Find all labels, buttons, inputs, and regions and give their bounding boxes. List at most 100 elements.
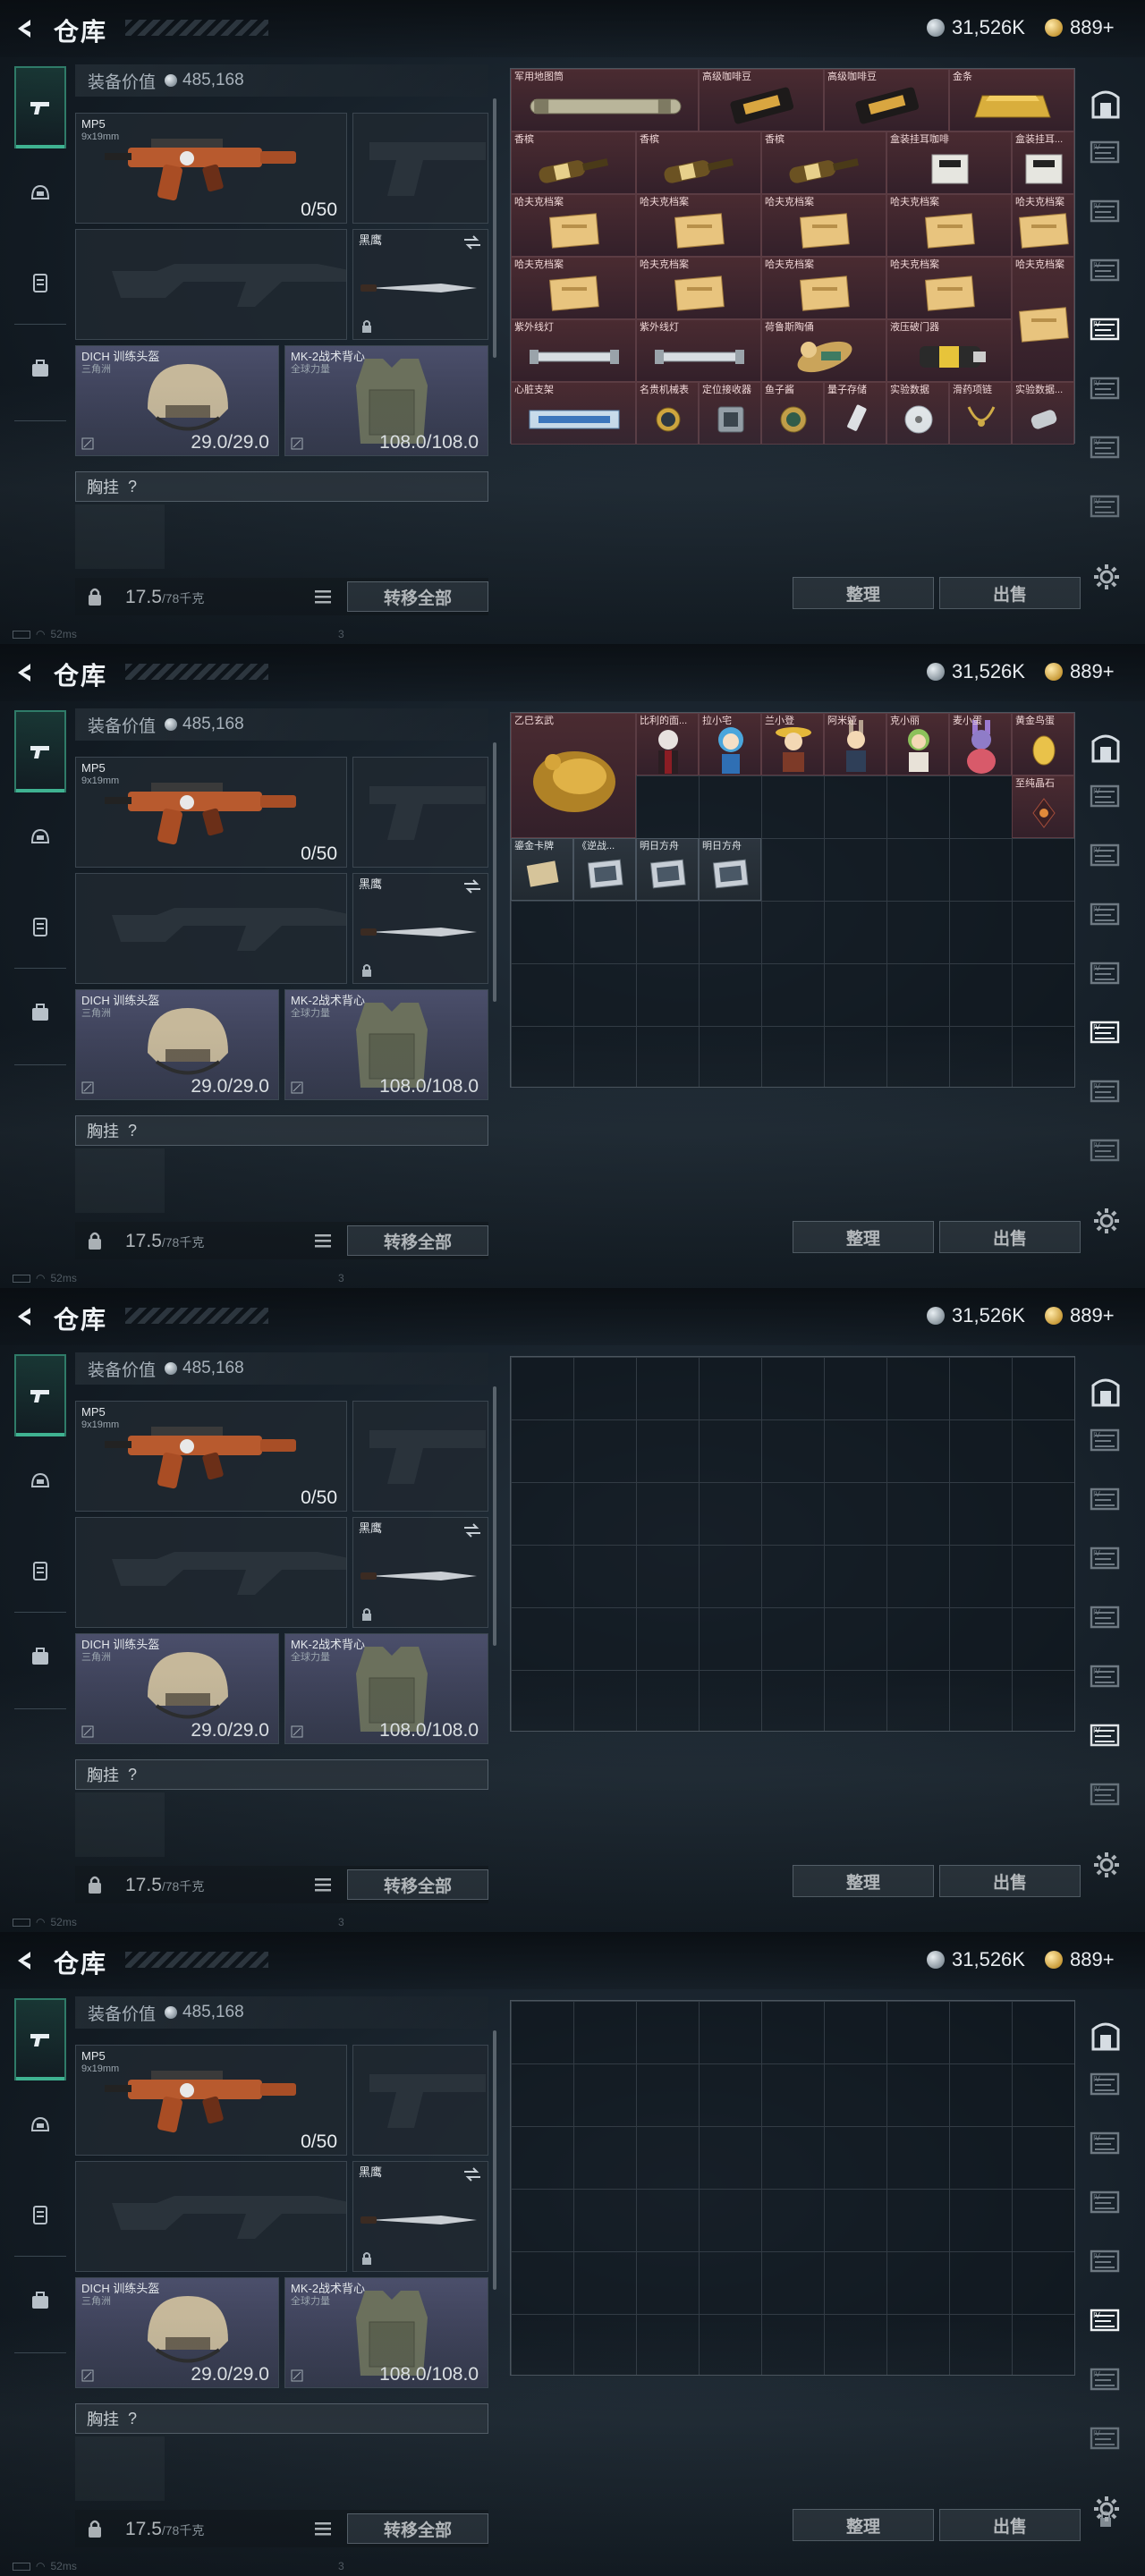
grid-item[interactable]: 哈夫克档案 xyxy=(761,257,886,319)
grid-item[interactable]: 军用地图筒 xyxy=(511,69,699,131)
primary-weapon-slot[interactable]: MP5 9x19mm 0/50 xyxy=(75,1401,347,1512)
grid-item[interactable]: 香槟 xyxy=(511,131,636,194)
chest-rig-slot[interactable]: 胸挂 ? xyxy=(75,2403,488,2434)
sell-button[interactable]: 出售 xyxy=(939,2509,1081,2541)
grid-item[interactable]: 香槟 xyxy=(636,131,761,194)
grid-item[interactable]: 高级咖啡豆 xyxy=(699,69,824,131)
storage-box-button[interactable]: IV xyxy=(1082,1005,1129,1059)
grid-item[interactable]: 《逆战... xyxy=(573,838,636,901)
grid-item[interactable]: 哈夫克档案 xyxy=(636,194,761,257)
help-icon[interactable]: ? xyxy=(128,1122,137,1140)
storage-box-button[interactable]: IV xyxy=(1082,125,1129,179)
weight-lock-icon[interactable] xyxy=(86,587,104,606)
tab-helmet[interactable] xyxy=(14,2084,66,2166)
grid-item[interactable]: 滑药项链 xyxy=(949,382,1012,445)
melee-slot[interactable]: 黑鹰 xyxy=(352,873,488,984)
list-icon[interactable] xyxy=(311,585,335,608)
help-icon[interactable]: ? xyxy=(128,2410,137,2428)
storage-box-button[interactable]: IV xyxy=(1082,946,1129,1000)
chest-rig-slot[interactable]: 胸挂 ? xyxy=(75,1115,488,1146)
back-button[interactable] xyxy=(13,16,38,41)
grid-item[interactable]: 麦小蛋 xyxy=(949,713,1012,775)
primary-weapon-slot[interactable]: MP5 9x19mm 0/50 xyxy=(75,757,347,868)
grid-item[interactable]: 金条 xyxy=(949,69,1074,131)
primary-weapon-slot[interactable]: MP5 9x19mm 0/50 xyxy=(75,2045,347,2156)
grid-item[interactable]: 哈夫克档案 xyxy=(511,194,636,257)
grid-item[interactable]: 哈夫克档案 xyxy=(636,257,761,319)
equipment-scrollbar[interactable] xyxy=(493,98,496,358)
chest-rig-slot[interactable]: 胸挂 ? xyxy=(75,1759,488,1790)
secondary-weapon-slot[interactable] xyxy=(75,1517,347,1628)
helmet-slot[interactable]: DICH 训练头盔 三角洲 29.0/29.0 xyxy=(75,989,279,1100)
gold-currency[interactable]: 889+ xyxy=(1045,1302,1115,1329)
tab-backpack[interactable] xyxy=(14,327,66,410)
grid-item[interactable]: 鎏金卡牌 xyxy=(511,838,573,901)
storage-box-button[interactable]: IV xyxy=(1082,1590,1129,1644)
list-icon[interactable] xyxy=(311,2517,335,2540)
vault-button[interactable] xyxy=(1082,1365,1129,1419)
grid-item[interactable]: 兰小登 xyxy=(761,713,824,775)
grid-item[interactable]: 荷鲁斯陶俑 xyxy=(761,319,886,382)
swap-icon[interactable] xyxy=(462,2167,482,2182)
grid-item[interactable]: 哈夫克档案 xyxy=(886,194,1012,257)
equipment-scrollbar[interactable] xyxy=(493,742,496,1002)
tab-armor[interactable] xyxy=(14,2174,66,2256)
swap-icon[interactable] xyxy=(462,879,482,894)
helmet-slot[interactable]: DICH 训练头盔 三角洲 29.0/29.0 xyxy=(75,1633,279,1744)
grid-item[interactable]: 克小丽 xyxy=(886,713,949,775)
tab-weapons[interactable] xyxy=(14,1354,66,1436)
list-icon[interactable] xyxy=(311,1873,335,1896)
grid-item[interactable]: 实验数据 xyxy=(886,382,949,445)
tab-backpack[interactable] xyxy=(14,971,66,1054)
grid-item[interactable]: 哈夫克档案 xyxy=(511,257,636,319)
sidearm-slot[interactable] xyxy=(352,1401,488,1512)
swap-icon[interactable] xyxy=(462,235,482,250)
vault-button[interactable] xyxy=(1082,721,1129,775)
back-button[interactable] xyxy=(13,1304,38,1329)
grid-item[interactable]: 黄金鸟蛋 xyxy=(1012,713,1074,775)
equipment-scrollbar[interactable] xyxy=(493,2030,496,2290)
weight-lock-icon[interactable] xyxy=(86,1875,104,1894)
melee-slot[interactable]: 黑鹰 xyxy=(352,229,488,340)
transfer-all-button[interactable]: 转移全部 xyxy=(347,2513,488,2544)
helmet-slot[interactable]: DICH 训练头盔 三角洲 29.0/29.0 xyxy=(75,345,279,456)
grid-item[interactable]: 至纯晶石 xyxy=(1012,775,1074,838)
storage-box-button[interactable]: IV xyxy=(1082,1413,1129,1467)
secondary-weapon-slot[interactable] xyxy=(75,2161,347,2272)
grid-item[interactable]: 定位接收器 xyxy=(699,382,761,445)
tab-weapons[interactable] xyxy=(14,1998,66,2080)
grid-item[interactable]: 比利的面... xyxy=(636,713,699,775)
settings-button[interactable] xyxy=(1091,1206,1122,1236)
melee-slot[interactable]: 黑鹰 xyxy=(352,1517,488,1628)
secondary-weapon-slot[interactable] xyxy=(75,229,347,340)
grid-item[interactable]: 心脏支架 xyxy=(511,382,636,445)
transfer-all-button[interactable]: 转移全部 xyxy=(347,1869,488,1900)
vault-button[interactable] xyxy=(1082,77,1129,131)
grid-item[interactable]: 乙巳玄武 xyxy=(511,713,636,838)
grid-item[interactable]: 阿米娅 xyxy=(824,713,886,775)
grid-item[interactable]: 盒装挂耳咖啡 xyxy=(886,131,1012,194)
back-button[interactable] xyxy=(13,1948,38,1973)
grid-item[interactable]: 紫外线灯 xyxy=(511,319,636,382)
storage-box-button[interactable]: IV xyxy=(1082,184,1129,238)
grid-item[interactable]: 盒装挂耳... xyxy=(1012,131,1074,194)
tab-armor[interactable] xyxy=(14,242,66,324)
secondary-weapon-slot[interactable] xyxy=(75,873,347,984)
settings-button[interactable] xyxy=(1091,562,1122,592)
storage-box-button[interactable]: IV xyxy=(1082,769,1129,823)
armor-slot[interactable]: MK-2战术背心 全球力量 108.0/108.0 xyxy=(284,345,488,456)
storage-box-button[interactable]: IV xyxy=(1082,1531,1129,1585)
weight-lock-icon[interactable] xyxy=(86,1231,104,1250)
storage-box-button[interactable]: IV xyxy=(1082,2234,1129,2288)
grid-item[interactable]: 明日方舟 xyxy=(699,838,761,901)
storage-box-button[interactable]: IV xyxy=(1082,361,1129,415)
sort-button[interactable]: 整理 xyxy=(793,577,934,609)
sell-button[interactable]: 出售 xyxy=(939,1865,1081,1897)
sort-button[interactable]: 整理 xyxy=(793,2509,934,2541)
storage-box-button[interactable]: IV xyxy=(1082,1472,1129,1526)
tab-armor[interactable] xyxy=(14,1530,66,1612)
grid-item[interactable]: 哈夫克档案 xyxy=(1012,194,1074,257)
storage-box-button[interactable]: IV xyxy=(1082,887,1129,941)
armor-slot[interactable]: MK-2战术背心 全球力量 108.0/108.0 xyxy=(284,989,488,1100)
settings-button[interactable] xyxy=(1091,1850,1122,1880)
